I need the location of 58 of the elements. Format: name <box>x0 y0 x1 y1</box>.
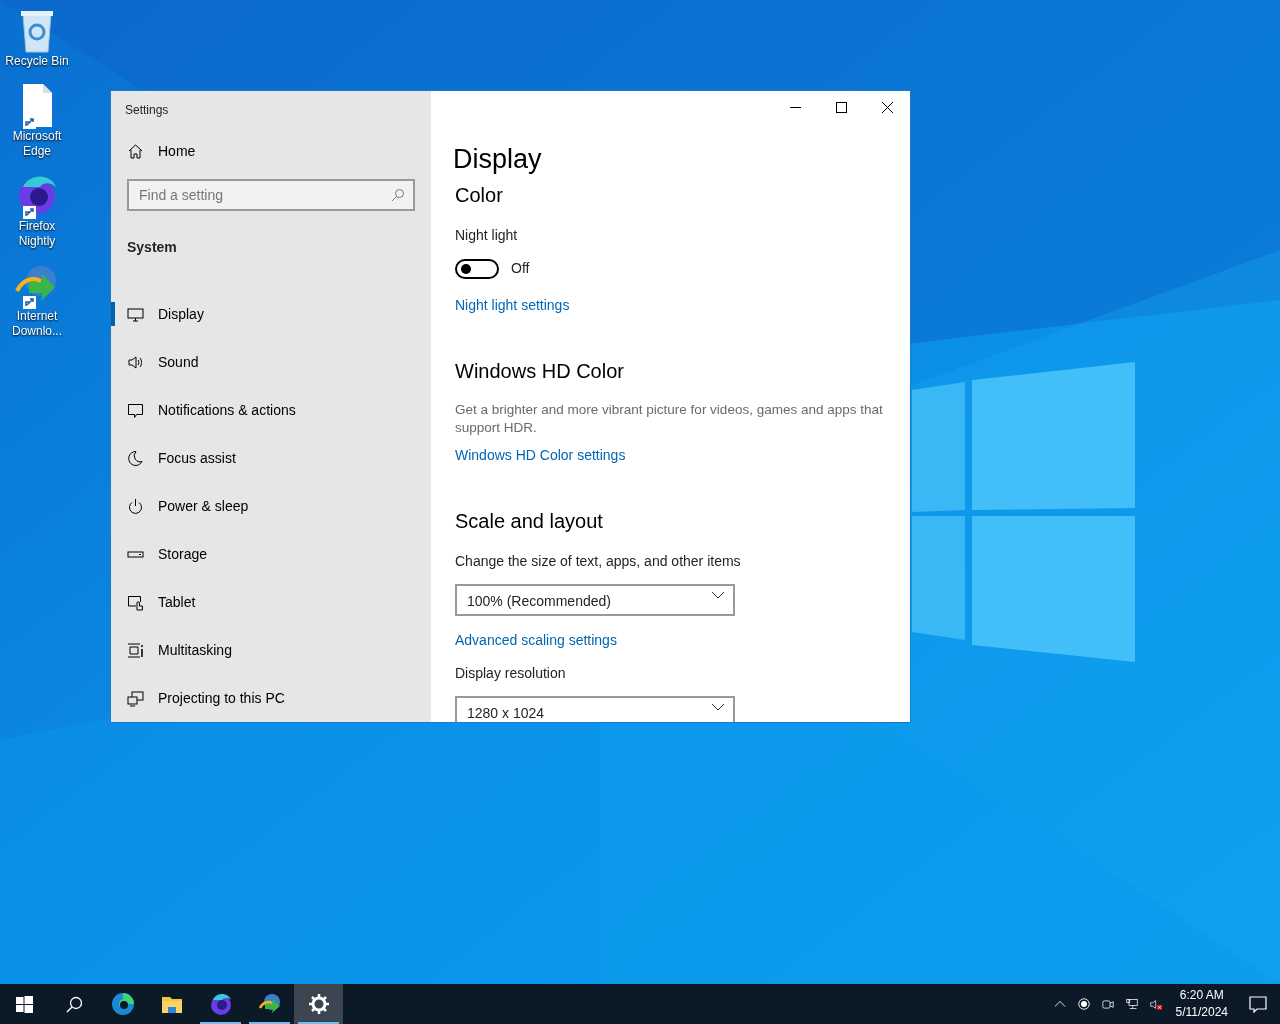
sidebar-nav-item[interactable]: Focus assist <box>111 434 431 482</box>
section-heading: Windows HD Color <box>455 359 625 384</box>
sidebar-nav-item[interactable]: Tablet <box>111 578 431 626</box>
sidebar-nav-item[interactable]: Notifications & actions <box>111 386 431 434</box>
clock[interactable]: 6:20 AM 5/11/2024 <box>1167 987 1236 1021</box>
sidebar-nav-item[interactable]: Power & sleep <box>111 482 431 530</box>
download-globe-icon <box>257 992 282 1016</box>
windows-icon <box>127 641 144 659</box>
settings-link[interactable]: Advanced scaling settings <box>455 630 617 652</box>
moon-icon <box>127 449 144 467</box>
section-heading: Color <box>455 183 504 208</box>
browser-globe-icon <box>208 992 233 1016</box>
screens-icon <box>127 689 144 707</box>
record-icon <box>1077 996 1090 1012</box>
settings-link[interactable]: Night light settings <box>455 295 570 317</box>
settings-link[interactable]: Windows HD Color settings <box>455 445 626 467</box>
chevron-down-icon <box>711 591 725 600</box>
description-text: Get a brighter and more vibrant picture for videos, games and apps that support HDR. <box>455 401 884 438</box>
window-title: Settings <box>124 102 170 119</box>
chevron-down-icon <box>711 703 725 712</box>
home-icon <box>127 143 144 161</box>
dropdown[interactable]: 100% (Recommended) <box>455 584 735 617</box>
setting-label: Change the size of text, apps, and other items <box>455 552 742 572</box>
sidebar-nav-item[interactable]: Multitasking <box>111 626 431 674</box>
search-field[interactable]: Find a setting <box>127 179 415 211</box>
gear-icon <box>308 994 329 1014</box>
maximize-icon <box>835 101 847 113</box>
page-title: Display <box>453 143 543 176</box>
icon-label: Internet Downlo... <box>11 309 63 339</box>
sidebar-nav-item[interactable]: Projecting to this PC <box>111 674 431 722</box>
section-heading: System <box>126 238 178 257</box>
section-heading: Scale and layout <box>455 509 604 534</box>
sidebar-nav-item[interactable]: Sound <box>111 338 431 386</box>
windows-logo-icon <box>16 995 33 1013</box>
tablet-touch-icon <box>127 593 144 611</box>
search-icon <box>65 995 82 1013</box>
dropdown[interactable]: 1280 x 1024 <box>455 696 735 722</box>
setting-label: Night light <box>455 226 519 246</box>
toggle-switch[interactable] <box>455 258 499 279</box>
speaker-icon <box>127 353 144 371</box>
monitor-icon <box>127 305 144 323</box>
browser-swirl-icon <box>110 992 135 1016</box>
speech-bubble-icon <box>127 401 144 419</box>
search-icon <box>391 188 405 202</box>
chevron-up-icon <box>1053 999 1066 1009</box>
sidebar-nav-item[interactable]: Display <box>111 290 431 338</box>
speech-bubble-icon <box>1249 995 1267 1013</box>
network-icon <box>1125 996 1138 1012</box>
power-icon <box>127 497 144 515</box>
sidebar-nav-item[interactable]: Storage <box>111 530 431 578</box>
setting-label: Display resolution <box>455 664 567 684</box>
taskbar-button[interactable] <box>294 984 343 1024</box>
home-nav-item[interactable]: Home <box>111 131 431 172</box>
toggle-state-label: Off <box>511 259 530 279</box>
icon-label: Firefox Nightly <box>17 219 57 249</box>
icon-label: Microsoft Edge <box>11 129 63 159</box>
icon-label: Recycle Bin <box>4 54 70 69</box>
close-icon <box>881 101 893 113</box>
